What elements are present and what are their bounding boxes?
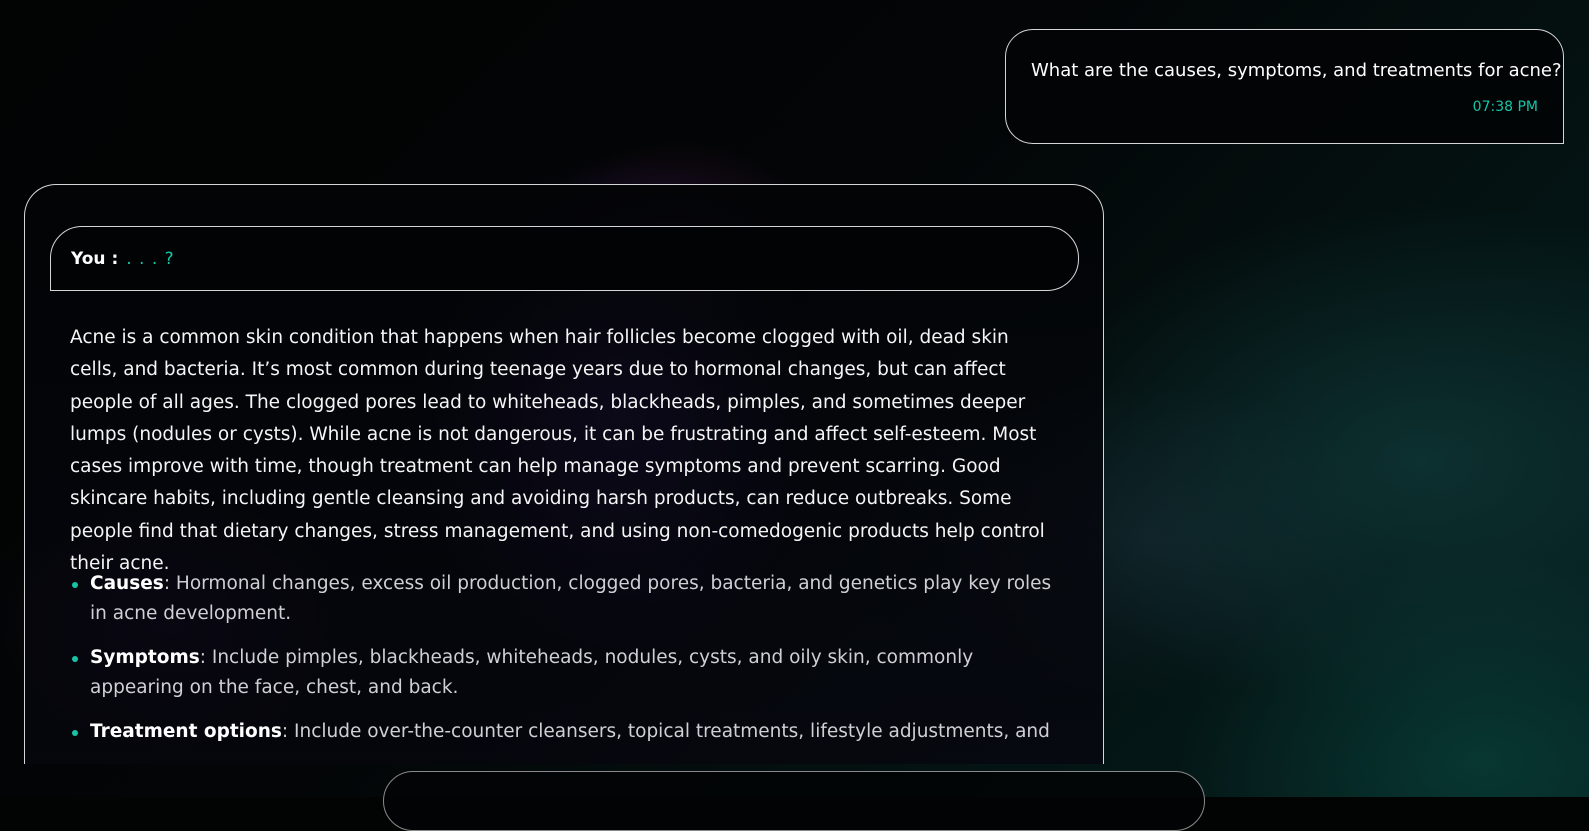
list-item-title: Symptoms bbox=[90, 647, 200, 668]
answer-paragraph: Acne is a common skin condition that hap… bbox=[70, 327, 1045, 575]
list-item: Causes: Hormonal changes, excess oil pro… bbox=[70, 569, 1070, 629]
chat-input-box[interactable] bbox=[383, 771, 1205, 831]
you-value: . . . ? bbox=[126, 249, 175, 269]
list-item-text: : Hormonal changes, excess oil productio… bbox=[90, 573, 1052, 624]
you-label: You : bbox=[71, 249, 119, 269]
list-item-title: Causes bbox=[90, 573, 164, 594]
answer-list: Causes: Hormonal changes, excess oil pro… bbox=[70, 569, 1070, 761]
user-message-text: What are the causes, symptoms, and treat… bbox=[1031, 60, 1562, 81]
list-item: Symptoms: Include pimples, blackheads, w… bbox=[70, 643, 1070, 703]
list-item-title: Treatment options bbox=[90, 721, 282, 742]
list-item: Treatment options: Include over-the-coun… bbox=[70, 717, 1070, 747]
assistant-response-card: You : . . . ? Acne is a common skin condi… bbox=[24, 184, 1104, 764]
bullet-icon bbox=[72, 582, 78, 588]
list-item-text: : Include pimples, blackheads, whitehead… bbox=[90, 647, 974, 698]
user-message-bubble: What are the causes, symptoms, and treat… bbox=[1005, 29, 1564, 144]
bullet-icon bbox=[72, 656, 78, 662]
list-item-text: : Include over-the-counter cleansers, to… bbox=[281, 721, 1050, 742]
message-timestamp: 07:38 PM bbox=[1472, 99, 1538, 115]
quoted-user-prompt: You : . . . ? bbox=[50, 226, 1079, 291]
bullet-icon bbox=[72, 730, 78, 736]
